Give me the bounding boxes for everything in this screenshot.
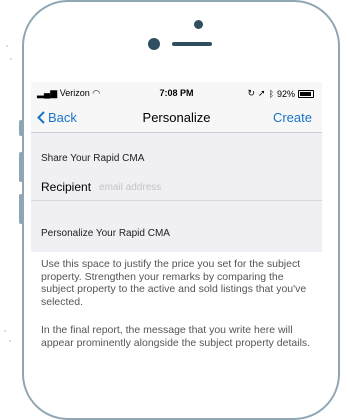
personalize-section-header: Personalize Your Rapid CMA xyxy=(41,228,170,239)
location-icon: ➚ xyxy=(258,88,266,98)
status-bar: ▂▄▆ Verizon ◠ 7:08 PM ↻ ➚ ᛒ 92% xyxy=(31,82,322,102)
sensor-icon xyxy=(148,38,160,50)
navigation-bar: Back Personalize Create xyxy=(31,102,322,133)
create-button[interactable]: Create xyxy=(273,110,312,125)
rotation-lock-icon: ↻ xyxy=(247,88,256,98)
phone-screen: ▂▄▆ Verizon ◠ 7:08 PM ↻ ➚ ᛒ 92% Back Per… xyxy=(31,82,322,382)
camera-icon xyxy=(194,20,203,29)
bluetooth-icon: ᛒ xyxy=(268,88,274,99)
decorative-speck xyxy=(6,45,8,47)
share-section-header: Share Your Rapid CMA xyxy=(41,153,145,164)
battery-icon xyxy=(298,89,314,98)
decorative-speck xyxy=(9,340,11,342)
message-paragraph: In the final report, the message that yo… xyxy=(41,324,311,349)
battery-percent: 92% xyxy=(276,88,295,99)
message-paragraph: Use this space to justify the price you … xyxy=(41,258,307,308)
personalize-message-textarea[interactable]: Use this space to justify the price you … xyxy=(31,252,322,382)
speaker-grille xyxy=(172,42,212,46)
recipient-row: Recipient xyxy=(31,174,322,200)
recipient-label: Recipient xyxy=(41,180,92,194)
divider xyxy=(31,200,322,201)
status-right: ↻ ➚ ᛒ 92% xyxy=(247,88,314,99)
decorative-speck xyxy=(4,330,6,332)
recipient-email-input[interactable] xyxy=(97,180,282,194)
decorative-speck xyxy=(10,58,12,60)
